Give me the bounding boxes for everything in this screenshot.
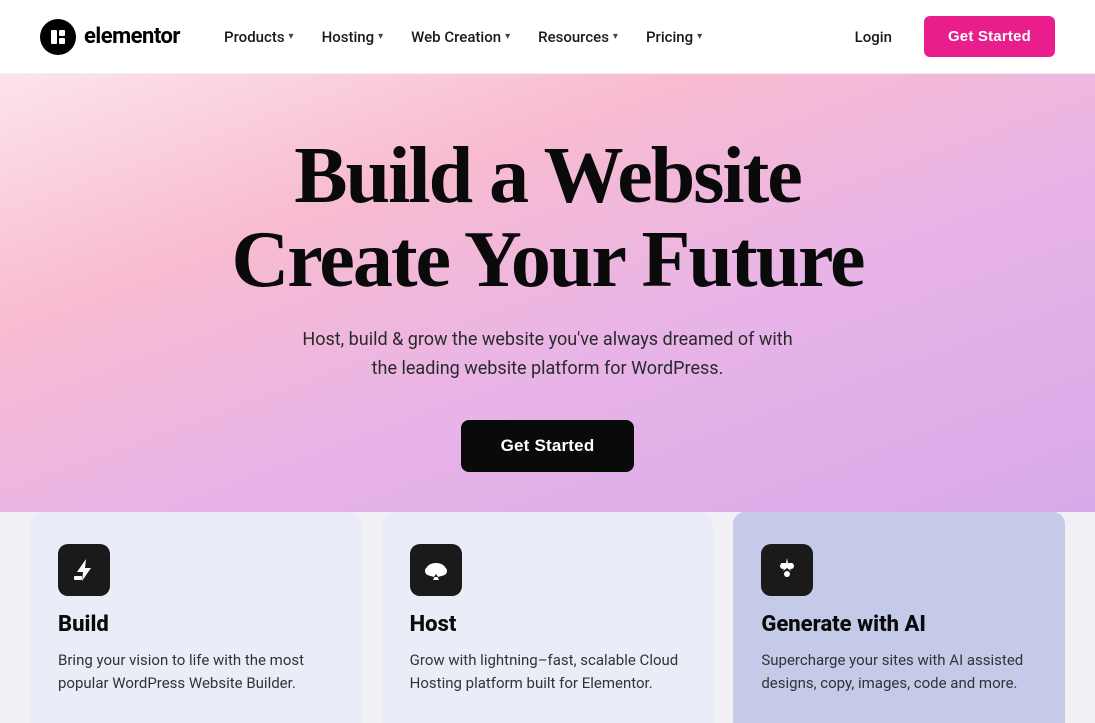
build-icon <box>58 544 110 596</box>
nav-actions: Login Get Started <box>839 16 1055 57</box>
nav-item-pricing[interactable]: Pricing ▾ <box>634 20 714 54</box>
cards-section: Build Bring your vision to life with the… <box>0 512 1095 723</box>
chevron-down-icon: ▾ <box>289 31 294 42</box>
get-started-nav-button[interactable]: Get Started <box>924 16 1055 57</box>
card-build-desc: Bring your vision to life with the most … <box>58 649 334 696</box>
card-ai-title: Generate with AI <box>761 612 1037 637</box>
navbar: elementor Products ▾ Hosting ▾ Web Creat… <box>0 0 1095 74</box>
logo-text: elementor <box>84 24 180 49</box>
logo[interactable]: elementor <box>40 19 180 55</box>
card-ai-desc: Supercharge your sites with AI assisted … <box>761 649 1037 696</box>
card-host: Host Grow with lightning–fast, scalable … <box>382 512 714 723</box>
chevron-down-icon: ▾ <box>613 31 618 42</box>
card-host-title: Host <box>410 612 686 637</box>
card-build-title: Build <box>58 612 334 637</box>
chevron-down-icon: ▾ <box>697 31 702 42</box>
nav-item-web-creation[interactable]: Web Creation ▾ <box>399 20 522 54</box>
login-button[interactable]: Login <box>839 20 908 54</box>
logo-icon <box>40 19 76 55</box>
card-host-desc: Grow with lightning–fast, scalable Cloud… <box>410 649 686 696</box>
nav-item-products[interactable]: Products ▾ <box>212 20 306 54</box>
chevron-down-icon: ▾ <box>505 31 510 42</box>
cloud-icon <box>410 544 462 596</box>
hero-subtitle: Host, build & grow the website you've al… <box>288 326 808 384</box>
card-ai: Generate with AI Supercharge your sites … <box>733 512 1065 723</box>
hero-section: Build a Website Create Your Future Host,… <box>0 74 1095 512</box>
hero-cta-button[interactable]: Get Started <box>461 420 635 472</box>
chevron-down-icon: ▾ <box>378 31 383 42</box>
nav-links: Products ▾ Hosting ▾ Web Creation ▾ Reso… <box>212 20 839 54</box>
ai-icon <box>761 544 813 596</box>
card-build: Build Bring your vision to life with the… <box>30 512 362 723</box>
hero-title: Build a Website Create Your Future <box>231 134 863 302</box>
nav-item-resources[interactable]: Resources ▾ <box>526 20 630 54</box>
nav-item-hosting[interactable]: Hosting ▾ <box>310 20 396 54</box>
